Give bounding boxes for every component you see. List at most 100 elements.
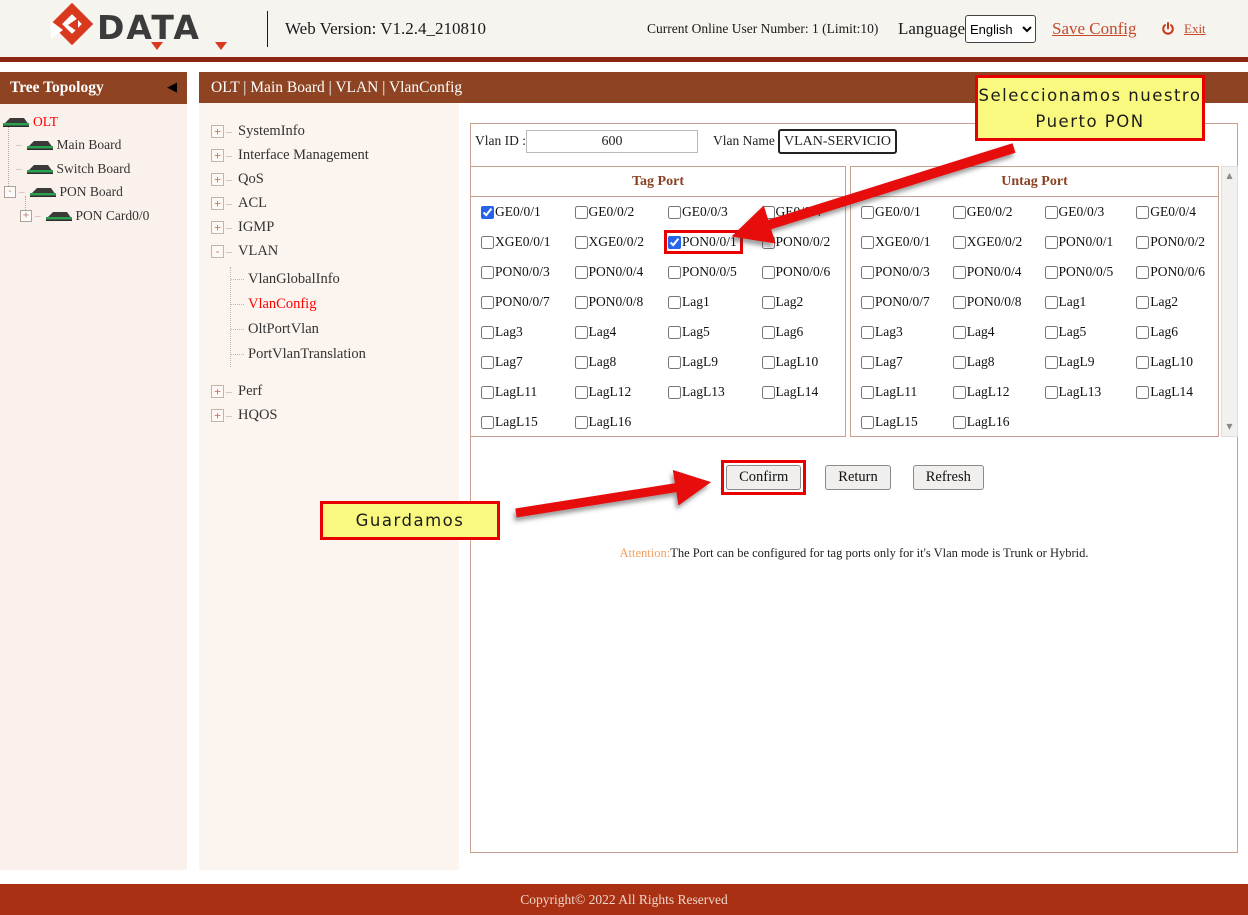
- expand-menu-icon[interactable]: +: [211, 149, 224, 162]
- untag-port-checkbox-lagl13[interactable]: [1045, 386, 1058, 399]
- tree-node-olt[interactable]: OLT: [0, 110, 187, 134]
- vlan-name-input[interactable]: [778, 129, 897, 154]
- vlan-id-input[interactable]: [526, 130, 698, 153]
- untag-port-checkbox-pon0-0-4[interactable]: [953, 266, 966, 279]
- expand-menu-icon[interactable]: +: [211, 197, 224, 210]
- tag-port-checkbox-pon0-0-4[interactable]: [575, 266, 588, 279]
- tag-port-checkbox-lag3[interactable]: [481, 326, 494, 339]
- collapse-icon[interactable]: ◀: [167, 72, 177, 104]
- untag-port-pon0-0-5[interactable]: PON0/0/5: [1045, 264, 1114, 280]
- tree-node-pon-card0-0[interactable]: +–PON Card0/0: [0, 204, 187, 228]
- tree-node-pon-board[interactable]: -–PON Board: [0, 181, 187, 205]
- save-config-link[interactable]: Save Config: [1052, 0, 1137, 57]
- untag-port-checkbox-lag8[interactable]: [953, 356, 966, 369]
- untag-port-checkbox-lagl9[interactable]: [1045, 356, 1058, 369]
- tag-port-checkbox-lagl12[interactable]: [575, 386, 588, 399]
- collapse-node-icon[interactable]: -: [4, 186, 16, 198]
- tag-port-checkbox-lagl16[interactable]: [575, 416, 588, 429]
- scroll-down-icon[interactable]: ▼: [1222, 419, 1237, 435]
- untag-port-checkbox-ge0-0-4[interactable]: [1136, 206, 1149, 219]
- untag-port-checkbox-lagl11[interactable]: [861, 386, 874, 399]
- untag-port-lag5[interactable]: Lag5: [1045, 324, 1087, 340]
- tag-port-pon0-0-8[interactable]: PON0/0/8: [575, 294, 644, 310]
- untag-port-lagl14[interactable]: LagL14: [1136, 384, 1193, 400]
- tag-port-checkbox-lagl11[interactable]: [481, 386, 494, 399]
- untag-port-checkbox-xge0-0-2[interactable]: [953, 236, 966, 249]
- untag-port-checkbox-pon0-0-7[interactable]: [861, 296, 874, 309]
- menu-item-acl[interactable]: +–ACL: [211, 191, 459, 215]
- untag-port-lagl10[interactable]: LagL10: [1136, 354, 1193, 370]
- expand-menu-icon[interactable]: +: [211, 385, 224, 398]
- tag-port-lagl13[interactable]: LagL13: [668, 384, 725, 400]
- tag-port-checkbox-pon0-0-3[interactable]: [481, 266, 494, 279]
- untag-port-pon0-0-3[interactable]: PON0/0/3: [861, 264, 930, 280]
- untag-port-lagl11[interactable]: LagL11: [861, 384, 917, 400]
- tree-node-main-board[interactable]: –Main Board: [0, 134, 187, 158]
- untag-port-checkbox-lagl12[interactable]: [953, 386, 966, 399]
- menu-item-vlanglobalinfo[interactable]: VlanGlobalInfo: [231, 267, 459, 292]
- untag-port-lag7[interactable]: Lag7: [861, 354, 903, 370]
- tag-port-checkbox-lag2[interactable]: [762, 296, 775, 309]
- untag-port-checkbox-lag2[interactable]: [1136, 296, 1149, 309]
- tag-port-checkbox-lag6[interactable]: [762, 326, 775, 339]
- tag-port-lag2[interactable]: Lag2: [762, 294, 804, 310]
- tag-port-xge0-0-2[interactable]: XGE0/0/2: [575, 234, 645, 250]
- tag-port-checkbox-lagl9[interactable]: [668, 356, 681, 369]
- untag-port-ge0-0-4[interactable]: GE0/0/4: [1136, 204, 1196, 220]
- tag-port-lagl14[interactable]: LagL14: [762, 384, 819, 400]
- tag-port-lagl10[interactable]: LagL10: [762, 354, 819, 370]
- tag-port-lag4[interactable]: Lag4: [575, 324, 617, 340]
- menu-item-portvlantranslation[interactable]: PortVlanTranslation: [231, 342, 459, 367]
- untag-port-checkbox-lag7[interactable]: [861, 356, 874, 369]
- untag-port-lag2[interactable]: Lag2: [1136, 294, 1178, 310]
- untag-port-checkbox-pon0-0-6[interactable]: [1136, 266, 1149, 279]
- menu-item-oltportvlan[interactable]: OltPortVlan: [231, 317, 459, 342]
- untag-port-checkbox-lag4[interactable]: [953, 326, 966, 339]
- menu-item-systeminfo[interactable]: +–SystemInfo: [211, 119, 459, 143]
- tag-port-pon0-0-4[interactable]: PON0/0/4: [575, 264, 644, 280]
- tag-port-lag5[interactable]: Lag5: [668, 324, 710, 340]
- tag-port-lagl11[interactable]: LagL11: [481, 384, 537, 400]
- tag-port-checkbox-xge0-0-1[interactable]: [481, 236, 494, 249]
- exit-link[interactable]: Exit: [1184, 0, 1206, 57]
- untag-port-lag1[interactable]: Lag1: [1045, 294, 1087, 310]
- untag-port-checkbox-pon0-0-2[interactable]: [1136, 236, 1149, 249]
- untag-port-checkbox-pon0-0-8[interactable]: [953, 296, 966, 309]
- tag-port-pon0-0-6[interactable]: PON0/0/6: [762, 264, 831, 280]
- tag-port-checkbox-lag1[interactable]: [668, 296, 681, 309]
- expand-menu-icon[interactable]: +: [211, 173, 224, 186]
- menu-item-perf[interactable]: +–Perf: [211, 379, 459, 403]
- untag-port-lagl13[interactable]: LagL13: [1045, 384, 1102, 400]
- untag-port-checkbox-lag3[interactable]: [861, 326, 874, 339]
- untag-port-pon0-0-6[interactable]: PON0/0/6: [1136, 264, 1205, 280]
- tag-port-ge0-0-3[interactable]: GE0/0/3: [668, 204, 728, 220]
- untag-port-checkbox-lagl16[interactable]: [953, 416, 966, 429]
- untag-port-checkbox-lagl15[interactable]: [861, 416, 874, 429]
- untag-port-ge0-0-3[interactable]: GE0/0/3: [1045, 204, 1105, 220]
- tag-port-pon0-0-5[interactable]: PON0/0/5: [668, 264, 737, 280]
- untag-port-pon0-0-7[interactable]: PON0/0/7: [861, 294, 930, 310]
- untag-port-checkbox-xge0-0-1[interactable]: [861, 236, 874, 249]
- untag-port-xge0-0-1[interactable]: XGE0/0/1: [861, 234, 931, 250]
- return-button[interactable]: Return: [825, 465, 890, 490]
- tag-port-checkbox-lag7[interactable]: [481, 356, 494, 369]
- untag-port-lag3[interactable]: Lag3: [861, 324, 903, 340]
- tag-port-checkbox-pon0-0-5[interactable]: [668, 266, 681, 279]
- tag-port-pon0-0-2[interactable]: PON0/0/2: [762, 234, 831, 250]
- menu-item-qos[interactable]: +–QoS: [211, 167, 459, 191]
- untag-port-checkbox-pon0-0-1[interactable]: [1045, 236, 1058, 249]
- untag-port-xge0-0-2[interactable]: XGE0/0/2: [953, 234, 1023, 250]
- tree-node-switch-board[interactable]: –Switch Board: [0, 157, 187, 181]
- untag-port-lagl9[interactable]: LagL9: [1045, 354, 1095, 370]
- expand-menu-icon[interactable]: +: [211, 221, 224, 234]
- tag-port-checkbox-ge0-0-3[interactable]: [668, 206, 681, 219]
- untag-port-pon0-0-2[interactable]: PON0/0/2: [1136, 234, 1205, 250]
- tag-port-ge0-0-4[interactable]: GE0/0/4: [762, 204, 822, 220]
- menu-item-vlan[interactable]: -–VLAN: [211, 239, 459, 263]
- untag-port-lagl16[interactable]: LagL16: [953, 414, 1010, 430]
- menu-item-interface-management[interactable]: +–Interface Management: [211, 143, 459, 167]
- tag-port-xge0-0-1[interactable]: XGE0/0/1: [481, 234, 551, 250]
- untag-port-checkbox-ge0-0-3[interactable]: [1045, 206, 1058, 219]
- tag-port-pon0-0-1[interactable]: PON0/0/1: [664, 230, 743, 254]
- tag-port-lag6[interactable]: Lag6: [762, 324, 804, 340]
